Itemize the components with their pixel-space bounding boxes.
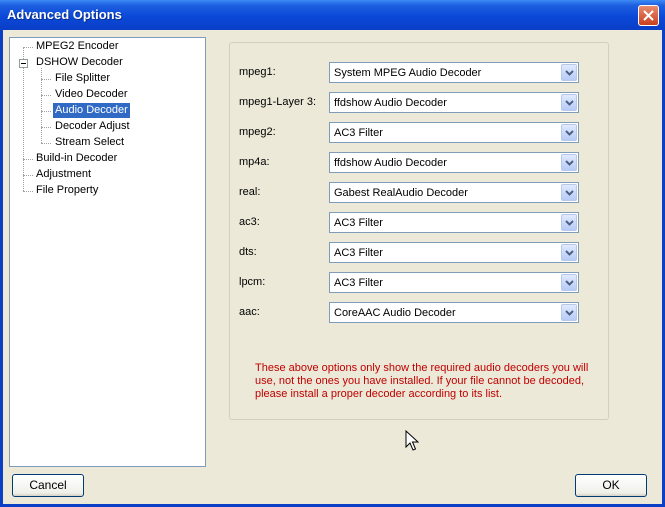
- tree-item-file-property[interactable]: File Property: [34, 183, 100, 198]
- window-title: Advanced Options: [7, 7, 122, 22]
- ok-button[interactable]: OK: [575, 474, 647, 497]
- options-tree[interactable]: MPEG2 Encoder DSHOW Decoder File Splitte…: [9, 37, 206, 467]
- dialog-client-area: MPEG2 Encoder DSHOW Decoder File Splitte…: [3, 30, 662, 504]
- ac3-decoder-value: AC3 Filter: [334, 217, 383, 229]
- mpeg2-decoder-value: AC3 Filter: [334, 127, 383, 139]
- close-button[interactable]: [638, 5, 659, 26]
- dts-decoder-select[interactable]: AC3 Filter: [329, 242, 579, 263]
- aac-decoder-select[interactable]: CoreAAC Audio Decoder: [329, 302, 579, 323]
- dropdown-button[interactable]: [561, 184, 577, 201]
- cancel-button[interactable]: Cancel: [12, 474, 84, 497]
- tree-item-stream-select[interactable]: Stream Select: [53, 135, 126, 150]
- real-decoder-value: Gabest RealAudio Decoder: [334, 187, 468, 199]
- tree-item-decoder-adjust[interactable]: Decoder Adjust: [53, 119, 132, 134]
- lpcm-decoder-select[interactable]: AC3 Filter: [329, 272, 579, 293]
- tree-item-dshow-decoder[interactable]: DSHOW Decoder: [34, 55, 125, 70]
- dropdown-button[interactable]: [561, 94, 577, 111]
- real-decoder-select[interactable]: Gabest RealAudio Decoder: [329, 182, 579, 203]
- dropdown-button[interactable]: [561, 214, 577, 231]
- mpeg2-label: mpeg2:: [239, 126, 276, 138]
- tree-item-build-in-decoder[interactable]: Build-in Decoder: [34, 151, 119, 166]
- tree-connector: [41, 143, 51, 145]
- chevron-down-icon: [565, 190, 574, 196]
- mpeg1-decoder-value: System MPEG Audio Decoder: [334, 67, 482, 79]
- tree-connector: [41, 79, 51, 81]
- mpeg2-decoder-select[interactable]: AC3 Filter: [329, 122, 579, 143]
- tree-item-audio-decoder[interactable]: Audio Decoder: [53, 103, 130, 118]
- tree-connector: [41, 127, 51, 129]
- dts-decoder-value: AC3 Filter: [334, 247, 383, 259]
- tree-connector: [23, 191, 33, 193]
- chevron-down-icon: [565, 220, 574, 226]
- mpeg1-label: mpeg1:: [239, 66, 276, 78]
- real-label: real:: [239, 186, 261, 198]
- decoder-info-note: These above options only show the requir…: [255, 362, 589, 400]
- aac-decoder-value: CoreAAC Audio Decoder: [334, 307, 456, 319]
- chevron-down-icon: [565, 280, 574, 286]
- dropdown-button[interactable]: [561, 64, 577, 81]
- tree-connector: [23, 47, 25, 191]
- tree-connector: [41, 111, 51, 113]
- tree-connector: [41, 95, 51, 97]
- ac3-decoder-select[interactable]: AC3 Filter: [329, 212, 579, 233]
- mp4a-decoder-value: ffdshow Audio Decoder: [334, 157, 447, 169]
- collapse-expander-icon[interactable]: [19, 59, 28, 68]
- chevron-down-icon: [565, 160, 574, 166]
- close-icon: [643, 10, 654, 21]
- tree-item-video-decoder[interactable]: Video Decoder: [53, 87, 130, 102]
- title-bar[interactable]: Advanced Options: [0, 0, 665, 30]
- mouse-pointer-icon: [405, 430, 419, 451]
- mpeg1-layer3-label: mpeg1-Layer 3:: [239, 96, 317, 108]
- aac-label: aac:: [239, 306, 260, 318]
- dropdown-button[interactable]: [561, 154, 577, 171]
- chevron-down-icon: [565, 250, 574, 256]
- lpcm-label: lpcm:: [239, 276, 266, 288]
- chevron-down-icon: [565, 130, 574, 136]
- mp4a-label: mp4a:: [239, 156, 270, 168]
- chevron-down-icon: [565, 100, 574, 106]
- tree-item-adjustment[interactable]: Adjustment: [34, 167, 93, 182]
- mpeg1-decoder-select[interactable]: System MPEG Audio Decoder: [329, 62, 579, 83]
- chevron-down-icon: [565, 310, 574, 316]
- ac3-label: ac3:: [239, 216, 260, 228]
- dropdown-button[interactable]: [561, 274, 577, 291]
- dialog-window: Advanced Options MPEG2 Encoder DSHOW Dec…: [0, 0, 665, 507]
- dropdown-button[interactable]: [561, 304, 577, 321]
- lpcm-decoder-value: AC3 Filter: [334, 277, 383, 289]
- tree-item-file-splitter[interactable]: File Splitter: [53, 71, 112, 86]
- tree-connector: [23, 159, 33, 161]
- mp4a-decoder-select[interactable]: ffdshow Audio Decoder: [329, 152, 579, 173]
- mpeg1-layer3-decoder-value: ffdshow Audio Decoder: [334, 97, 447, 109]
- dropdown-button[interactable]: [561, 124, 577, 141]
- dts-label: dts:: [239, 246, 257, 258]
- mpeg1-layer3-decoder-select[interactable]: ffdshow Audio Decoder: [329, 92, 579, 113]
- dropdown-button[interactable]: [561, 244, 577, 261]
- tree-connector: [23, 175, 33, 177]
- tree-item-mpeg2-encoder[interactable]: MPEG2 Encoder: [34, 39, 121, 54]
- chevron-down-icon: [565, 70, 574, 76]
